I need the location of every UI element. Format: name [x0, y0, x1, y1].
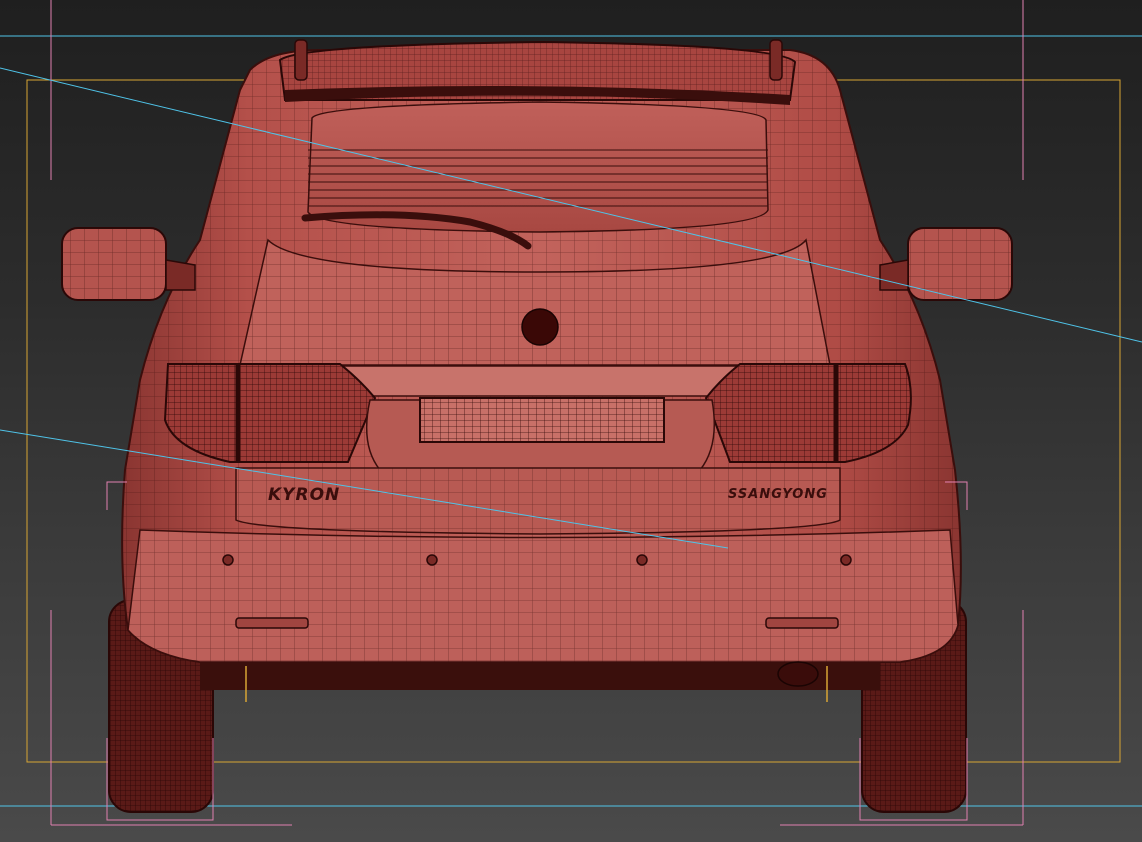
mirror-right[interactable]: [879, 227, 1013, 301]
license-plate[interactable]: [419, 397, 665, 443]
roof-rail-left: [294, 39, 308, 81]
exhaust-pipe: [777, 661, 819, 687]
reflector-left: [235, 617, 309, 629]
car-model-kyron[interactable]: KYRON SSANGYONG: [61, 39, 1013, 687]
garnish-bar: [336, 365, 744, 397]
viewport-canvas[interactable]: KYRON SSANGYONG: [0, 0, 1142, 842]
roof-rail-right: [769, 39, 783, 81]
ssangyong-badge: SSANGYONG: [728, 487, 828, 502]
mirror-left[interactable]: [61, 227, 196, 301]
tail-light-left[interactable]: [163, 363, 377, 463]
reflector-right: [765, 617, 839, 629]
rear-emblem[interactable]: [521, 308, 559, 346]
3d-viewport[interactable]: KYRON SSANGYONG: [0, 0, 1142, 842]
kyron-badge: KYRON: [268, 485, 340, 505]
tail-light-right[interactable]: [704, 363, 912, 463]
